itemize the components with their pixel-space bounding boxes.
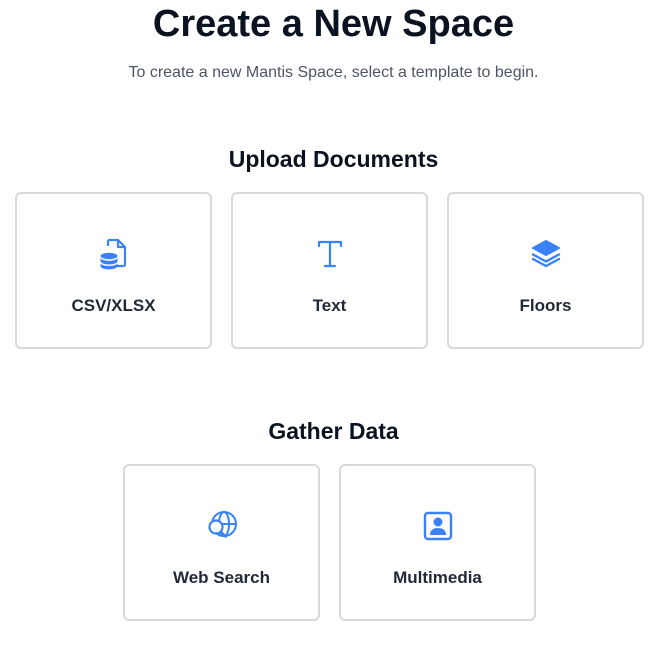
template-card-text[interactable]: Text: [231, 192, 428, 349]
layers-icon: [528, 236, 564, 272]
page-title: Create a New Space: [152, 3, 515, 45]
template-card-label: Floors: [519, 296, 572, 315]
template-card-floors[interactable]: Floors: [447, 192, 644, 349]
web-search-icon: [204, 508, 240, 544]
section-heading-gather-data: Gather Data: [268, 418, 399, 444]
template-card-csv-xlsx[interactable]: CSV/XLSX: [15, 192, 212, 349]
template-card-label: Multimedia: [393, 568, 482, 587]
template-card-label: Web Search: [172, 568, 270, 587]
portrait-icon: [420, 508, 456, 544]
template-card-label: Text: [312, 296, 347, 315]
template-card-web-search[interactable]: Web Search: [123, 464, 320, 621]
template-card-label: CSV/XLSX: [71, 296, 156, 315]
section-heading-upload-documents: Upload Documents: [228, 146, 439, 172]
page-subtitle: To create a new Mantis Space, select a t…: [128, 64, 539, 81]
file-database-icon: [96, 236, 132, 272]
text-icon: [312, 236, 348, 272]
template-card-multimedia[interactable]: Multimedia: [339, 464, 536, 621]
